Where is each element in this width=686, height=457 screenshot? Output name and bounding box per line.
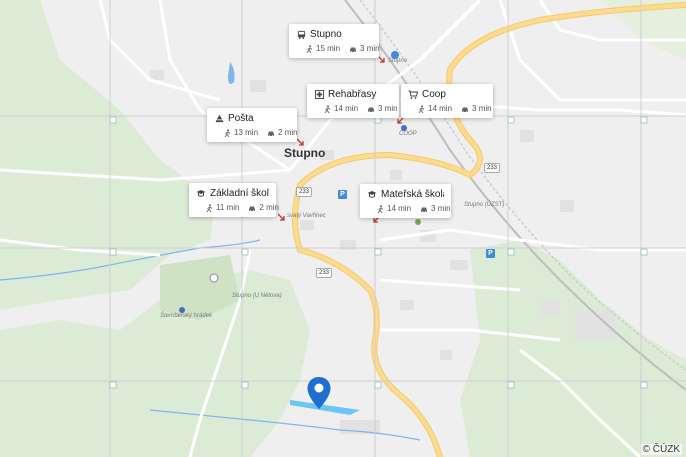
car-icon: [368, 107, 375, 113]
bus-icon: [296, 30, 306, 40]
walk-icon: [224, 129, 231, 137]
poi-card-rehab[interactable]: Rehabřasy 14 min 3 min: [307, 84, 399, 118]
walk-time: 11 min: [216, 203, 240, 212]
cart-icon: [408, 90, 418, 100]
drive-time: 2 min: [259, 203, 279, 212]
walk-icon: [206, 204, 213, 212]
walk-time: 14 min: [334, 104, 359, 113]
walk-time: 15 min: [316, 44, 341, 53]
church-label: svatý Vavřinec: [287, 213, 326, 219]
walk-icon: [377, 205, 384, 213]
walk-time: 13 min: [234, 128, 259, 137]
drive-time: 2 min: [278, 128, 298, 137]
hospital-icon: [314, 90, 324, 100]
car-icon: [350, 47, 357, 53]
walk-icon: [324, 105, 331, 113]
school-icon: [367, 190, 377, 200]
poi-name: Stupno: [310, 29, 342, 40]
parking-icon: P: [486, 249, 495, 258]
poi-card-coop[interactable]: Coop 14 min 3 min: [401, 84, 493, 118]
walk-icon: [418, 105, 425, 113]
car-icon: [421, 207, 428, 213]
station-label: Stupno (ÚZST): [464, 202, 505, 208]
car-icon: [249, 206, 256, 212]
poi-card-bus-stop[interactable]: Stupno 15 min 3 min: [289, 24, 380, 58]
bus-stop-label: Stupno: [388, 58, 408, 64]
poi-name: Pošta: [228, 113, 254, 124]
car-icon: [462, 107, 469, 113]
coop-map-label: COOP: [399, 131, 417, 137]
poi-name: Rehabřasy: [328, 89, 377, 100]
poi-card-kindergarten[interactable]: Mateřská škola 14 min 3 min: [360, 184, 451, 218]
walk-time: 14 min: [428, 104, 453, 113]
drive-time: 3 min: [378, 104, 398, 113]
road-number-badge: 233: [316, 268, 333, 278]
road-number-badge: 233: [296, 187, 313, 197]
poi-name: Mateřská škola: [381, 189, 444, 200]
post-icon: [214, 114, 224, 124]
copyright-label: © ČÚZK: [640, 444, 682, 455]
walk-time: 14 min: [387, 204, 412, 213]
drive-time: 3 min: [431, 204, 451, 213]
poi-name: Základní škola St…: [210, 188, 269, 199]
car-icon: [268, 131, 275, 137]
map-view[interactable]: Stupno Stupno COOP Stupno (ÚZST) svatý V…: [0, 0, 686, 457]
poi-name: Coop: [422, 89, 446, 100]
town-label: Stupno: [284, 146, 326, 160]
parking-icon: P: [338, 190, 347, 199]
map-base-layer: [0, 0, 686, 457]
walk-icon: [306, 45, 313, 53]
school-icon: [196, 189, 206, 199]
road-number-badge: 233: [484, 163, 501, 173]
drive-time: 3 min: [472, 104, 492, 113]
drive-time: 3 min: [360, 44, 380, 53]
castle-label: Šternberský hrádek: [160, 313, 213, 319]
location-marker-icon[interactable]: [306, 376, 332, 410]
poi-card-elementary-school[interactable]: Základní škola St… 11 min 2 min: [189, 183, 279, 217]
poi-card-post-office[interactable]: Pošta 13 min 2 min: [207, 108, 298, 142]
stop-label: Stupno (U Nětova): [232, 293, 282, 299]
